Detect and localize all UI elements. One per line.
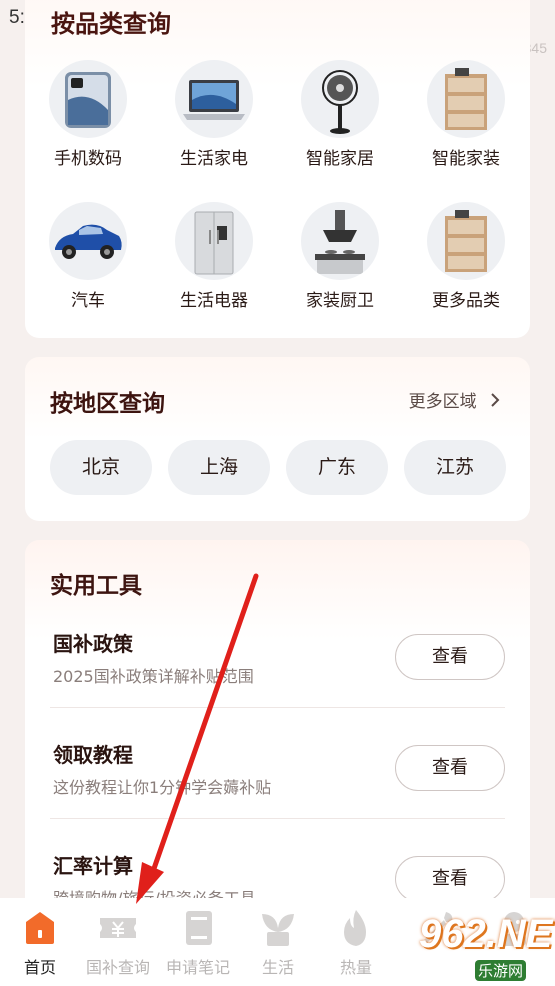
tab-home[interactable]: 首页 xyxy=(0,898,80,986)
tool-row-tutorial: 领取教程 这份教程让你1分钟学会薅补贴 查看 xyxy=(50,721,505,832)
cabinet-icon xyxy=(427,60,505,138)
range-hood-icon xyxy=(301,202,379,280)
chevron-right-icon xyxy=(490,392,500,412)
category-item-kitchen[interactable]: 家装厨卫 xyxy=(277,202,403,311)
category-item-car[interactable]: 汽车 xyxy=(25,202,151,311)
view-button[interactable]: 查看 xyxy=(395,634,505,680)
category-item-more[interactable]: 更多品类 xyxy=(403,202,529,311)
more-regions-label: 更多区域 xyxy=(408,392,477,412)
category-item-decor[interactable]: 智能家装 xyxy=(403,60,529,169)
category-label: 智能家居 xyxy=(306,149,374,169)
category-card: 手机数码 生活家电 智能家居 智能家装 汽车 生活电器 家装厨卫 更多品类 xyxy=(25,0,530,338)
region-title: 按地区查询 xyxy=(50,391,165,417)
category-label: 汽车 xyxy=(71,291,105,311)
tool-desc: 这份教程让你1分钟学会薅补贴 xyxy=(53,778,272,797)
tool-row-policy: 国补政策 2025国补政策详解补贴范围 查看 xyxy=(50,610,505,721)
tool-title: 领取教程 xyxy=(53,743,133,767)
region-card: 按地区查询 更多区域 北京 上海 广东 江苏 xyxy=(25,357,530,521)
region-pill-beijing[interactable]: 北京 xyxy=(50,440,152,495)
car-icon xyxy=(49,202,127,280)
watermark-logo-text: 962.NET xyxy=(419,912,555,956)
fridge-icon xyxy=(175,202,253,280)
tab-label: 生活 xyxy=(261,958,294,977)
category-label: 家装厨卫 xyxy=(306,291,374,311)
ticket-icon xyxy=(98,908,138,948)
tab-life[interactable]: 生活 xyxy=(238,898,318,986)
tab-label: 申请笔记 xyxy=(165,958,230,977)
category-item-phone[interactable]: 手机数码 xyxy=(25,60,151,169)
tool-desc: 2025国补政策详解补贴范围 xyxy=(53,667,254,686)
category-label: 生活家电 xyxy=(180,149,248,169)
phone-icon xyxy=(49,60,127,138)
tab-label: 国补查询 xyxy=(85,958,150,977)
divider xyxy=(50,818,505,819)
view-button[interactable]: 查看 xyxy=(395,856,505,902)
region-pill-shanghai[interactable]: 上海 xyxy=(168,440,270,495)
notebook-icon xyxy=(178,908,218,948)
category-label: 更多品类 xyxy=(432,291,500,311)
fan-icon xyxy=(301,60,379,138)
sprout-icon xyxy=(258,908,298,948)
category-label: 生活电器 xyxy=(180,291,248,311)
watermark-sub-text: 乐游网 xyxy=(475,960,527,981)
tool-title: 汇率计算 xyxy=(53,854,133,878)
region-pill-guangdong[interactable]: 广东 xyxy=(286,440,388,495)
category-label: 智能家装 xyxy=(432,149,500,169)
tab-label: 首页 xyxy=(23,958,56,977)
site-watermark-logo: 962.NET 乐游网 xyxy=(409,910,555,982)
category-item-appliance[interactable]: 生活家电 xyxy=(151,60,277,169)
tools-title: 实用工具 xyxy=(50,573,142,599)
category-item-electric[interactable]: 生活电器 xyxy=(151,202,277,311)
tool-title: 国补政策 xyxy=(53,632,133,656)
category-item-smarthome[interactable]: 智能家居 xyxy=(277,60,403,169)
flame-icon xyxy=(336,908,376,948)
laptop-icon xyxy=(175,60,253,138)
region-pill-jiangsu[interactable]: 江苏 xyxy=(404,440,506,495)
divider xyxy=(50,707,505,708)
tab-subsidy-query[interactable]: 国补查询 xyxy=(78,898,158,986)
tab-label: 热量 xyxy=(339,958,372,977)
more-regions-link[interactable]: 更多区域 xyxy=(409,387,500,412)
page-title: 按品类查询 xyxy=(51,10,171,38)
home-icon xyxy=(20,908,60,948)
tab-calories[interactable]: 热量 xyxy=(316,898,396,986)
category-label: 手机数码 xyxy=(54,149,122,169)
cabinet-icon xyxy=(427,202,505,280)
view-button[interactable]: 查看 xyxy=(395,745,505,791)
tools-card: 实用工具 国补政策 2025国补政策详解补贴范围 查看 领取教程 这份教程让你1… xyxy=(25,540,530,940)
tab-notes[interactable]: 申请笔记 xyxy=(158,898,238,986)
